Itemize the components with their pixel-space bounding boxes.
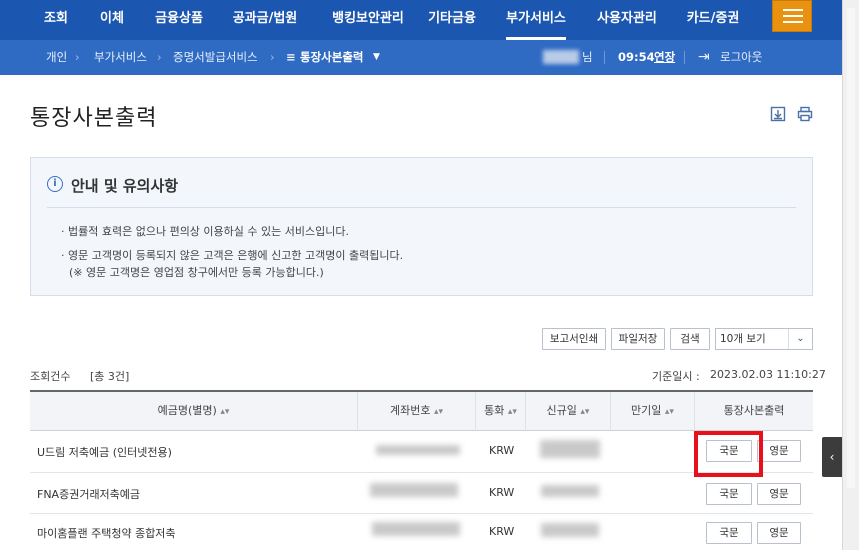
chevron-right-icon: › <box>75 50 80 64</box>
session-timer: 09:54 <box>618 50 655 64</box>
nav-item-inquiry[interactable]: 조회 <box>30 0 82 40</box>
korean-print-button[interactable]: 국문 <box>706 522 752 544</box>
breadcrumb: 개인 › 부가서비스 › 증명서발급서비스 › ≡ 통장사본출력 ▼ 님 09:… <box>0 40 859 75</box>
nav-item-user-management[interactable]: 사용자관리 <box>589 0 665 40</box>
notice-note: (※ 영문 고객명은 영업점 창구에서만 등록 가능합니다.) <box>69 266 324 279</box>
logout-icon[interactable]: ⇥ <box>698 40 710 75</box>
chevron-right-icon: › <box>157 50 162 64</box>
table-row-currency: KRW <box>489 444 515 457</box>
breadcrumb-item-additional-services[interactable]: 부가서비스 <box>94 40 147 75</box>
logout-link[interactable]: 로그아웃 <box>720 40 762 75</box>
notice-box: i 안내 및 유의사항 · 법률적 효력은 없으나 편의상 이용하실 수 있는 … <box>30 157 813 296</box>
user-suffix: 님 <box>582 50 593 64</box>
english-print-button[interactable]: 영문 <box>757 440 801 462</box>
menu-icon[interactable] <box>772 0 812 32</box>
english-print-button[interactable]: 영문 <box>757 483 801 505</box>
account-number-masked <box>376 445 460 455</box>
sort-icon: ▴▾ <box>220 407 230 417</box>
column-header-account-name[interactable]: 예금명(별명) ▴▾ <box>30 392 357 431</box>
nav-item-public-utility[interactable]: 공과금/법원 <box>222 0 308 40</box>
table-row-currency: KRW <box>489 525 515 538</box>
list-icon: ≡ <box>286 50 296 64</box>
notice-heading: 안내 및 유의사항 <box>71 177 179 195</box>
breadcrumb-current[interactable]: 통장사본출력 <box>300 40 363 75</box>
open-date-masked <box>540 440 600 458</box>
sort-icon: ▴▾ <box>433 407 444 417</box>
extend-session-link[interactable]: 연장 <box>654 40 675 75</box>
table-row-account-name: U드림 저축예금 (인터넷전용) <box>37 446 172 459</box>
info-icon: i <box>47 176 63 192</box>
report-print-button[interactable]: 보고서인쇄 <box>542 328 606 350</box>
top-navigation: 조회 이체 금융상품 공과금/법원 뱅킹보안관리 기타금융 부가서비스 사용자관… <box>0 0 859 40</box>
nav-item-card-securities[interactable]: 카드/증권 <box>681 0 745 40</box>
base-datetime-value: 2023.02.03 11:10:27 <box>710 368 826 381</box>
sort-icon: ▴▾ <box>507 407 517 417</box>
page-title: 통장사본출력 <box>30 106 158 131</box>
table-row-currency: KRW <box>489 486 515 499</box>
nav-item-transfer[interactable]: 이체 <box>86 0 138 40</box>
chevron-left-icon[interactable]: ‹ <box>822 437 842 477</box>
highlight-box <box>694 431 763 477</box>
sort-icon: ▴▾ <box>664 407 674 417</box>
column-header-open-date[interactable]: 신규일 ▴▾ <box>526 392 610 431</box>
breadcrumb-item-personal[interactable]: 개인 <box>46 40 67 75</box>
account-number-masked <box>370 483 458 497</box>
chevron-down-icon: ⌄ <box>788 329 812 349</box>
column-header-maturity-date[interactable]: 만기일 ▴▾ <box>611 392 694 431</box>
print-icon[interactable] <box>797 106 813 122</box>
sort-icon: ▴▾ <box>580 407 590 417</box>
column-header-account-number[interactable]: 계좌번호 ▴▾ <box>358 392 475 431</box>
korean-print-button[interactable]: 국문 <box>706 483 752 505</box>
notice-item: · 영문 고객명이 등록되지 않은 고객은 은행에 신고한 고객명이 출력됩니다… <box>61 249 404 262</box>
scrollbar[interactable] <box>842 0 859 550</box>
table-row-account-name: 마이홈플랜 주택청약 종합저축 <box>37 527 176 540</box>
user-name-masked <box>543 50 579 64</box>
scrollbar-thumb[interactable] <box>847 8 855 488</box>
nav-item-other-finance[interactable]: 기타금융 <box>420 0 484 40</box>
chevron-right-icon: › <box>270 50 275 64</box>
page-size-value: 10개 보기 <box>720 333 766 345</box>
page-size-select[interactable]: 10개 보기 ⌄ <box>715 328 813 350</box>
account-number-masked <box>372 522 460 536</box>
base-datetime-label: 기준일시 : <box>652 370 700 383</box>
column-header-currency[interactable]: 통화 ▴▾ <box>476 392 525 431</box>
nav-item-banking-security[interactable]: 뱅킹보안관리 <box>318 0 418 40</box>
file-save-button[interactable]: 파일저장 <box>611 328 665 350</box>
caret-down-icon[interactable]: ▼ <box>373 40 380 75</box>
english-print-button[interactable]: 영문 <box>757 522 801 544</box>
open-date-masked <box>541 523 599 537</box>
nav-item-additional-services[interactable]: 부가서비스 <box>506 0 566 40</box>
export-icon[interactable] <box>770 106 786 122</box>
table-row-account-name: FNA증권거래저축예금 <box>37 488 141 501</box>
search-button[interactable]: 검색 <box>670 328 710 350</box>
open-date-masked <box>541 485 599 497</box>
notice-item: · 법률적 효력은 없으나 편의상 이용하실 수 있는 서비스입니다. <box>61 225 349 238</box>
column-header-passbook-print: 통장사본출력 <box>695 392 813 431</box>
result-count-label: 조회건수 <box>30 370 71 383</box>
nav-item-financial-products[interactable]: 금융상품 <box>146 0 212 40</box>
breadcrumb-item-certificate-service[interactable]: 증명서발급서비스 <box>173 40 258 75</box>
result-count-value: [총 3건] <box>90 370 130 383</box>
